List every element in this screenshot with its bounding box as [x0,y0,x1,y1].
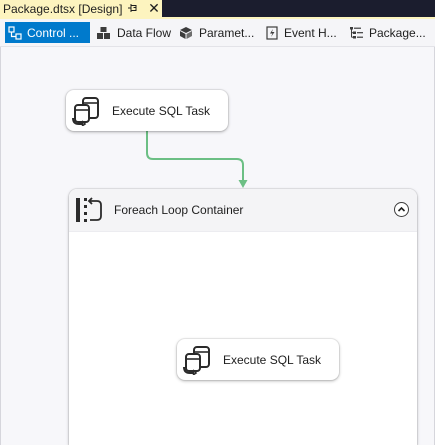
collapse-chevron-icon [397,206,406,212]
execute-sql-task-node[interactable]: Execute SQL Task [66,90,228,131]
tab-label: Control ... [27,25,80,40]
event-handlers-icon [266,25,278,40]
package-explorer-icon [350,26,363,38]
task-label: Execute SQL Task [112,103,211,118]
tab-event-handlers[interactable]: Event H... [262,22,340,43]
tab-package-explorer[interactable]: Package... [346,22,429,43]
document-tab-package-design[interactable]: Package.dtsx [Design] ✕ [0,0,162,17]
tab-parameters[interactable]: Paramet... [175,22,257,43]
task-label: Execute SQL Task [223,352,322,367]
foreach-loop-container[interactable]: Foreach Loop Container [69,189,417,445]
close-icon[interactable]: ✕ [147,1,161,15]
document-tab-strip: Package.dtsx [Design] ✕ [0,0,435,17]
tab-label: Package... [369,25,426,40]
container-header[interactable]: Foreach Loop Container [69,189,417,232]
tab-label: Event H... [284,25,337,40]
collapse-button[interactable] [394,202,409,217]
foreach-loop-icon [76,197,102,222]
pin-icon[interactable] [127,2,139,14]
document-tab-title: Package.dtsx [Design] [3,1,123,16]
container-title: Foreach Loop Container [114,203,244,217]
tab-label: Paramet... [199,25,255,40]
tab-control-flow[interactable]: Control ... [5,22,90,43]
tab-label: Data Flow [117,25,172,40]
data-flow-icon [97,26,110,39]
designer-tab-bar: Control ... Data Flow Paramet... Event H… [0,19,435,47]
execute-sql-task-icon [72,96,99,126]
control-flow-icon [8,25,22,40]
execute-sql-task-icon [183,345,210,375]
inner-execute-sql-task-node[interactable]: Execute SQL Task [177,339,339,380]
tab-data-flow[interactable]: Data Flow [93,22,174,43]
parameters-icon [180,26,192,39]
